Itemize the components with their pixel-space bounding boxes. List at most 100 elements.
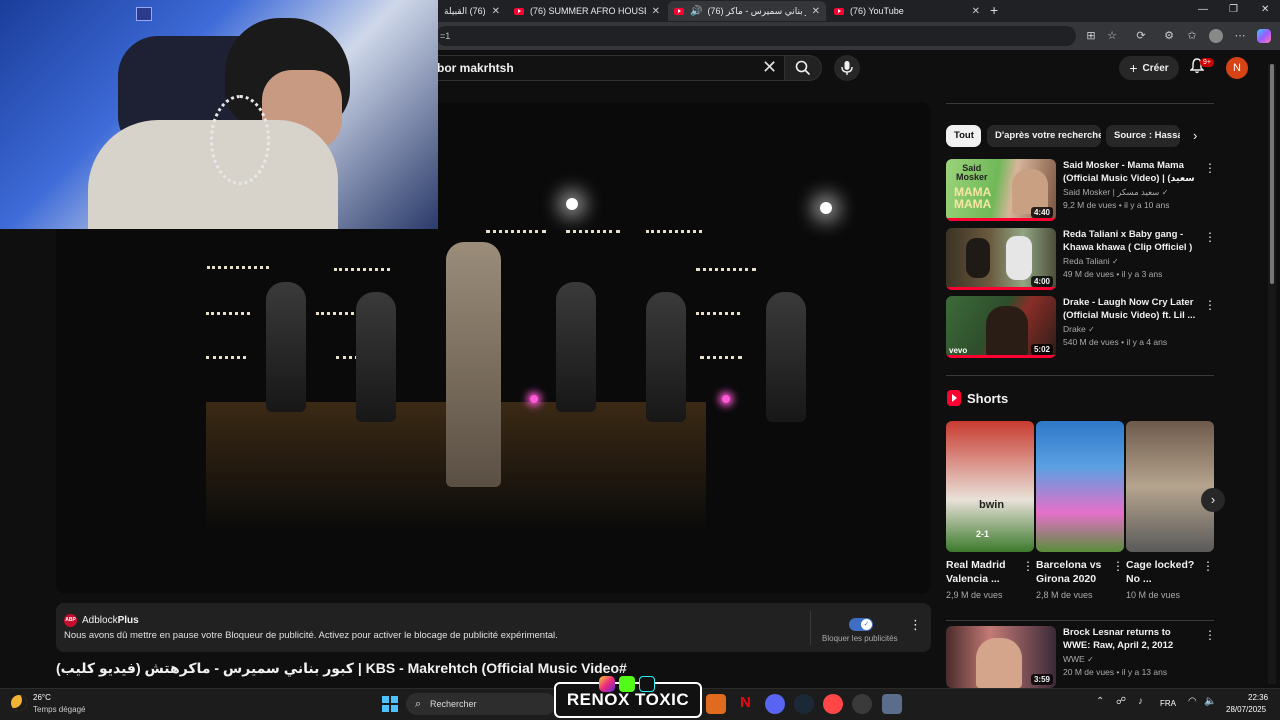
- channel-name[interactable]: Said Mosker | سعيد مسكر ✓: [1063, 187, 1168, 198]
- network-icon[interactable]: ☍: [1116, 696, 1126, 707]
- search-input[interactable]: bor makrhtsh: [430, 55, 786, 81]
- voice-search-button[interactable]: [834, 55, 860, 81]
- taskbar-search[interactable]: ⌕ Rechercher: [406, 693, 556, 715]
- short-item[interactable]: Barcelona vs Girona 2020 2,8 M de vues ⋮: [1036, 421, 1124, 600]
- adblock-message: Nous avons dû mettre en pause votre Bloq…: [64, 630, 558, 641]
- chevron-right-icon[interactable]: ›: [1193, 128, 1197, 143]
- video-thumbnail[interactable]: vevo 5:02: [946, 296, 1056, 358]
- channel-name[interactable]: Drake ✓: [1063, 324, 1095, 334]
- weather-temp[interactable]: 26°C: [33, 693, 51, 702]
- app-icon[interactable]: [706, 694, 726, 714]
- divider: [810, 611, 811, 645]
- discord-icon[interactable]: [765, 694, 785, 714]
- create-button[interactable]: + Créer: [1119, 56, 1179, 80]
- more-options-icon[interactable]: ⋮: [1112, 559, 1124, 573]
- search-button[interactable]: [784, 55, 822, 81]
- copilot-icon[interactable]: [1255, 27, 1273, 45]
- netflix-icon[interactable]: N: [740, 694, 751, 711]
- band-member: [266, 282, 306, 412]
- microphone-icon[interactable]: ♪: [1138, 696, 1143, 707]
- short-thumbnail[interactable]: [1126, 421, 1214, 552]
- video-duration: 3:59: [1030, 674, 1053, 685]
- language-indicator[interactable]: FRA: [1160, 699, 1176, 708]
- clear-search-icon[interactable]: ✕: [762, 57, 777, 78]
- browser-tab[interactable]: (76) SUMMER AFRO HOUSE Sun ✕: [508, 1, 666, 21]
- profile-icon[interactable]: [1207, 27, 1225, 45]
- more-options-icon[interactable]: ⋮: [1204, 161, 1216, 175]
- new-tab-button[interactable]: +: [990, 2, 998, 18]
- band-member: [356, 292, 396, 422]
- weather-desc: Temps dégagé: [33, 705, 86, 714]
- youtube-icon: [834, 7, 844, 15]
- moon-weather-icon[interactable]: [11, 695, 27, 711]
- chip-from-search[interactable]: D'après votre recherche: [987, 125, 1101, 147]
- recommendation-title[interactable]: Said Mosker - Mama Mama (Official Music …: [1063, 159, 1198, 186]
- thumb-text: bwin: [979, 499, 1005, 511]
- shorts-next-button[interactable]: ›: [1201, 488, 1225, 512]
- more-options-icon[interactable]: ⋮: [1204, 298, 1216, 312]
- stage-light: [316, 312, 360, 315]
- channel-name[interactable]: WWE ✓: [1063, 654, 1094, 664]
- more-options-icon[interactable]: ⋮: [1202, 559, 1214, 573]
- clock-time[interactable]: 22:36: [1248, 693, 1268, 702]
- close-window-button[interactable]: ✕: [1261, 4, 1269, 15]
- adblock-toggle[interactable]: ✓: [849, 618, 873, 631]
- video-thumbnail[interactable]: Said Mosker MAMA MAMA 4:40: [946, 159, 1056, 221]
- browser-tab[interactable]: (76) YouTube ✕: [828, 1, 986, 21]
- chip-source[interactable]: Source : Hassan: [1106, 125, 1180, 147]
- short-thumbnail[interactable]: [1036, 421, 1124, 552]
- scrollbar-thumb[interactable]: [1270, 64, 1274, 284]
- more-options-icon[interactable]: ⋮: [1204, 628, 1216, 642]
- extensions-icon[interactable]: ⚙: [1160, 27, 1178, 45]
- close-icon[interactable]: ✕: [492, 6, 500, 17]
- minimize-button[interactable]: —: [1198, 4, 1208, 15]
- video-thumbnail[interactable]: 4:00: [946, 228, 1056, 290]
- ea-icon[interactable]: [823, 694, 843, 714]
- app-icon[interactable]: [852, 694, 872, 714]
- clock-date[interactable]: 28/07/2025: [1226, 705, 1266, 714]
- short-item[interactable]: bwin 2-1 Real Madrid Valencia ... 2,9 M …: [946, 421, 1034, 600]
- chevron-up-icon[interactable]: ⌃: [1096, 696, 1104, 707]
- plus-icon: +: [1129, 60, 1138, 76]
- stage-light: [334, 268, 390, 271]
- star-icon[interactable]: ☆: [1103, 27, 1121, 45]
- more-options-icon[interactable]: ⋮: [1204, 230, 1216, 244]
- recommendation-title[interactable]: Reda Taliani x Baby gang - Khawa khawa (…: [1063, 228, 1198, 254]
- avatar[interactable]: N: [1226, 57, 1248, 79]
- more-icon[interactable]: ⋯: [1231, 27, 1249, 45]
- short-item[interactable]: Cage locked? No ... 10 M de vues ⋮: [1126, 421, 1214, 600]
- windows-start-icon[interactable]: [382, 696, 398, 712]
- recommendation-item[interactable]: Said Mosker MAMA MAMA 4:40 Said Mosker - M…: [946, 159, 1216, 221]
- recommendation-title[interactable]: Drake - Laugh Now Cry Later (Official Mu…: [1063, 296, 1198, 322]
- address-bar[interactable]: =1: [436, 26, 1076, 46]
- more-options-icon[interactable]: ⋮: [909, 617, 922, 633]
- recommendation-item[interactable]: 3:59 Brock Lesnar returns to WWE: Raw, A…: [946, 626, 1216, 688]
- short-thumbnail[interactable]: bwin 2-1: [946, 421, 1034, 552]
- recommendation-item[interactable]: vevo 5:02 Drake - Laugh Now Cry Later (O…: [946, 296, 1216, 358]
- close-icon[interactable]: ✕: [812, 6, 820, 17]
- steam-icon[interactable]: [794, 694, 814, 714]
- settings-icon[interactable]: [882, 694, 902, 714]
- wrestler-figure: [976, 638, 1022, 688]
- recommendation-title[interactable]: Brock Lesnar returns to WWE: Raw, April …: [1063, 626, 1198, 652]
- chip-all[interactable]: Tout: [946, 125, 981, 147]
- restore-button[interactable]: ❐: [1229, 4, 1238, 15]
- browser-tab-active[interactable]: 🔊 (76) كبور بناني سميرس - ماكر ✕: [668, 1, 826, 21]
- search-value: bor makrhtsh: [437, 61, 514, 75]
- microphone-icon: [841, 61, 853, 75]
- more-options-icon[interactable]: ⋮: [1022, 559, 1034, 573]
- browser-tab[interactable]: (76) القبيلة الم ✕: [438, 1, 506, 21]
- video-duration: 4:40: [1030, 207, 1053, 218]
- wifi-icon[interactable]: ◠: [1188, 696, 1197, 707]
- close-icon[interactable]: ✕: [652, 6, 660, 17]
- close-icon[interactable]: ✕: [972, 6, 980, 17]
- volume-icon[interactable]: 🔈: [1204, 696, 1216, 707]
- adblock-notice: ABP AdblockPlus Nous avons dû mettre en …: [56, 603, 931, 652]
- refresh-icon[interactable]: ⟳: [1132, 27, 1150, 45]
- recommendation-item[interactable]: 4:00 Reda Taliani x Baby gang - Khawa kh…: [946, 228, 1216, 290]
- speaker-icon[interactable]: 🔊: [690, 6, 702, 17]
- video-thumbnail[interactable]: 3:59: [946, 626, 1056, 688]
- grid-icon[interactable]: ⊞: [1082, 27, 1100, 45]
- favorites-icon[interactable]: ✩: [1183, 27, 1201, 45]
- channel-name[interactable]: Reda Taliani ✓: [1063, 256, 1119, 266]
